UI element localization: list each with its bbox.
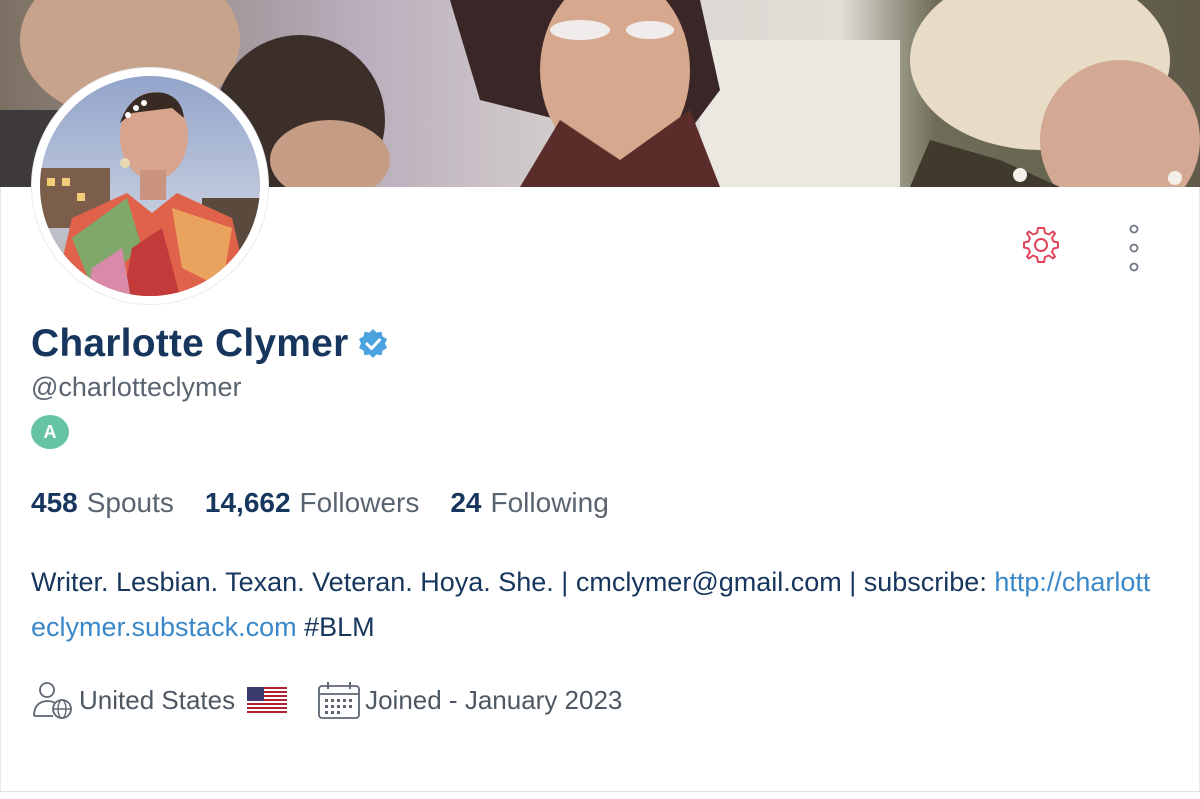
calendar-icon (317, 680, 361, 720)
avatar[interactable] (32, 68, 268, 304)
location-text: United States (79, 684, 236, 715)
display-name: Charlotte Clymer (31, 322, 349, 365)
us-flag-icon (247, 687, 288, 713)
followers-count: 14,662 (204, 487, 291, 518)
tier-badge: A (31, 415, 69, 449)
verified-check-icon (357, 328, 389, 360)
spouts-label: Spouts (86, 487, 174, 518)
gear-icon (1021, 225, 1061, 270)
settings-button[interactable] (1018, 224, 1064, 270)
following-count: 24 (450, 487, 482, 518)
joined-text: Joined - January 2023 (365, 684, 623, 715)
more-vertical-icon (1127, 222, 1141, 279)
more-options-button[interactable] (1116, 222, 1152, 278)
bio: Writer. Lesbian. Texan. Veteran. Hoya. S… (31, 560, 1161, 650)
spouts-count: 458 (31, 487, 78, 518)
spouts-stat[interactable]: 458 Spouts (31, 487, 174, 519)
followers-label: Followers (299, 487, 420, 518)
following-stat[interactable]: 24 Following (450, 487, 608, 519)
name-row: Charlotte Clymer (31, 322, 389, 366)
handle: @charlotteclymer (31, 372, 242, 402)
stats-row: 458 Spouts 14,662 Followers 24 Following (31, 487, 640, 519)
following-label: Following (490, 487, 609, 518)
bio-hashtag[interactable]: #BLM (297, 612, 375, 642)
bio-text: Writer. Lesbian. Texan. Veteran. Hoya. S… (31, 567, 995, 597)
profile-page: Charlotte Clymer @charlotteclymer A 458 S… (0, 0, 1200, 799)
meta-row: United States Joined - January 2023 (31, 680, 622, 720)
user-globe-icon (31, 680, 75, 720)
followers-stat[interactable]: 14,662 Followers (205, 487, 419, 519)
